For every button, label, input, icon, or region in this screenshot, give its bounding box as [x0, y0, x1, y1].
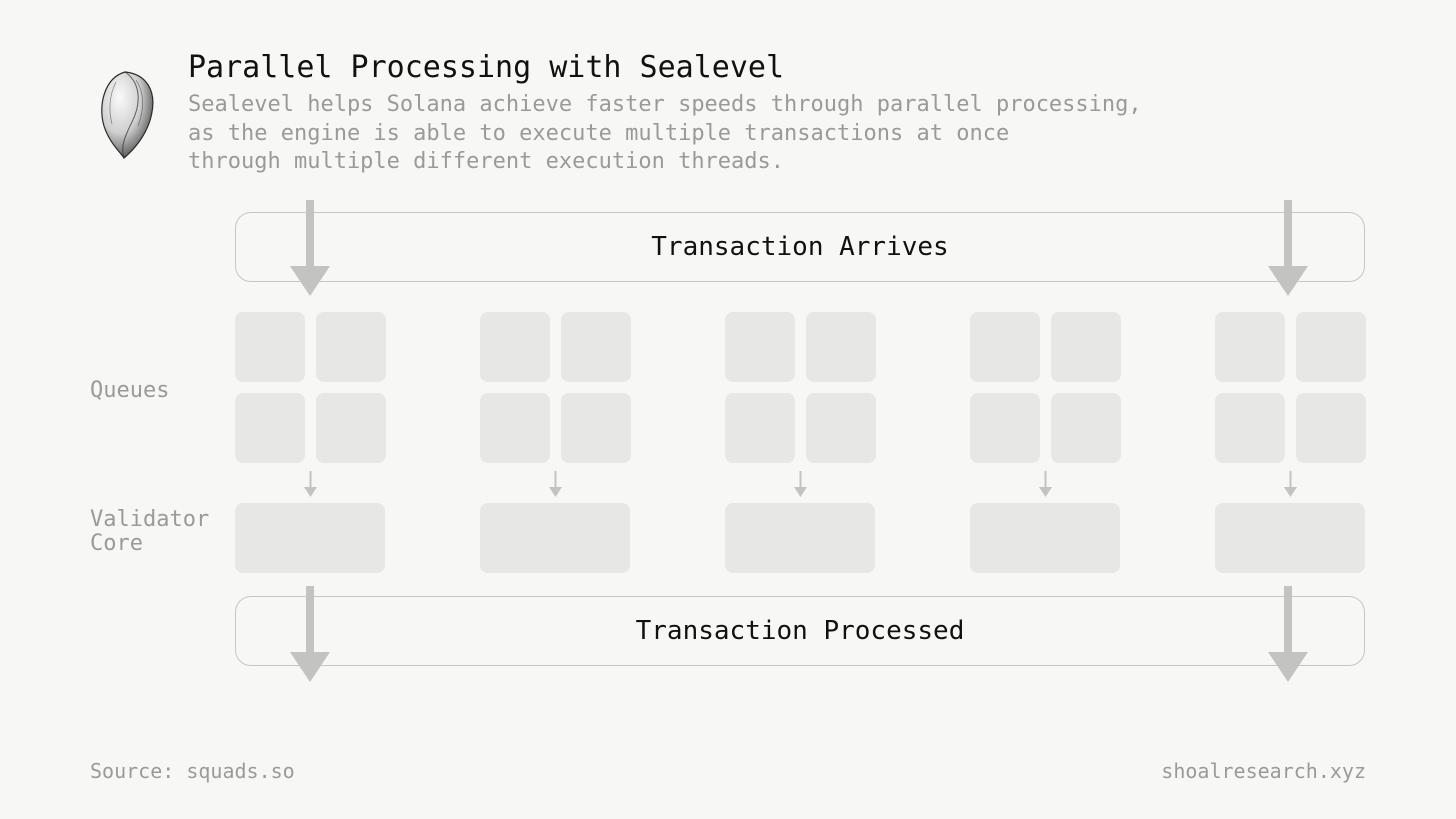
queue-cell: [1051, 393, 1121, 463]
footer: Source: squads.so shoalresearch.xyz: [90, 759, 1366, 783]
row-label-validator-core: Validator Core: [90, 508, 209, 556]
source-label: Source: squads.so: [90, 759, 295, 783]
stage-transaction-arrives: Transaction Arrives: [235, 212, 1365, 282]
queue-cell: [235, 393, 305, 463]
page-subtitle: Sealevel helps Solana achieve faster spe…: [188, 91, 1142, 177]
stage-label: Transaction Processed: [636, 616, 965, 646]
arrow-down-small-icon: [1038, 471, 1053, 497]
execution-thread-column: [235, 312, 385, 573]
queue-cell: [970, 312, 1040, 382]
queue-cell: [970, 393, 1040, 463]
execution-thread-column: [480, 312, 630, 573]
queue-grid: [235, 312, 386, 463]
stage-transaction-processed: Transaction Processed: [235, 596, 1365, 666]
queue-cell: [1296, 312, 1366, 382]
validator-core-box: [970, 503, 1120, 573]
queue-cell: [1296, 393, 1366, 463]
execution-thread-column: [1215, 312, 1365, 573]
queue-grid: [480, 312, 631, 463]
queue-cell: [1051, 312, 1121, 382]
brand-label: shoalresearch.xyz: [1161, 759, 1366, 783]
page-title: Parallel Processing with Sealevel: [188, 50, 1142, 85]
columns: [235, 312, 1365, 573]
arrow-down-small-icon: [303, 471, 318, 497]
validator-core-box: [725, 503, 875, 573]
validator-core-box: [480, 503, 630, 573]
arrow-down-small-icon: [548, 471, 563, 497]
queue-cell: [561, 312, 631, 382]
arrow-down-small-icon: [793, 471, 808, 497]
queue-grid: [725, 312, 876, 463]
title-block: Parallel Processing with Sealevel Sealev…: [188, 50, 1142, 177]
stage-label: Transaction Arrives: [651, 232, 948, 262]
queue-grid: [1215, 312, 1366, 463]
execution-thread-column: [970, 312, 1120, 573]
queue-cell: [1215, 312, 1285, 382]
queue-cell: [725, 312, 795, 382]
queue-cell: [725, 393, 795, 463]
queue-cell: [561, 393, 631, 463]
queue-cell: [316, 393, 386, 463]
queue-grid: [970, 312, 1121, 463]
validator-core-box: [235, 503, 385, 573]
queue-cell: [806, 312, 876, 382]
validator-core-box: [1215, 503, 1365, 573]
queue-cell: [235, 312, 305, 382]
header: Parallel Processing with Sealevel Sealev…: [90, 50, 1142, 177]
queue-cell: [316, 312, 386, 382]
row-label-queues: Queues: [90, 378, 169, 403]
queue-cell: [1215, 393, 1285, 463]
shell-icon: [90, 68, 160, 163]
queue-cell: [480, 312, 550, 382]
queue-cell: [480, 393, 550, 463]
execution-thread-column: [725, 312, 875, 573]
queue-cell: [806, 393, 876, 463]
arrow-down-small-icon: [1283, 471, 1298, 497]
